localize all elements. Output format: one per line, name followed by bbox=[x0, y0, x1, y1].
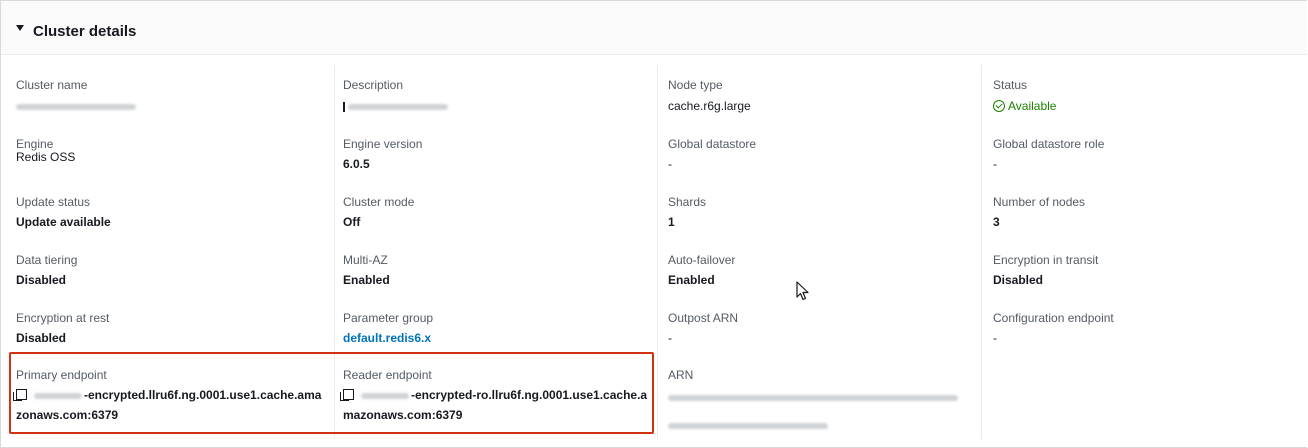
parameter-group-label: Parameter group bbox=[343, 311, 434, 325]
global-datastore-role-label: Global datastore role bbox=[993, 137, 1105, 151]
encryption-at-rest-label: Encryption at rest bbox=[16, 311, 110, 325]
encryption-in-transit-value: Disabled bbox=[993, 273, 1044, 287]
update-status-label: Update status bbox=[16, 195, 91, 209]
check-circle-icon bbox=[993, 100, 1005, 112]
outpost-arn-label: Outpost ARN bbox=[668, 311, 739, 325]
engine-version-label: Engine version bbox=[343, 137, 423, 151]
status-label: Status bbox=[993, 78, 1028, 92]
details-column-4: Status Available Global datastore role -… bbox=[981, 65, 1308, 439]
shards-value: 1 bbox=[668, 215, 675, 229]
auto-failover-value: Enabled bbox=[668, 273, 715, 287]
engine-value: Redis OSS bbox=[16, 150, 76, 164]
description-label: Description bbox=[343, 78, 404, 92]
outpost-arn-value: - bbox=[668, 331, 672, 345]
cluster-mode-label: Cluster mode bbox=[343, 195, 415, 209]
configuration-endpoint-value: - bbox=[993, 331, 997, 345]
number-of-nodes-value: 3 bbox=[993, 215, 1000, 229]
data-tiering-label: Data tiering bbox=[16, 253, 78, 267]
shards-label: Shards bbox=[668, 195, 707, 209]
parameter-group-link[interactable]: default.redis6.x bbox=[343, 331, 431, 345]
details-column-3: Node type cache.r6g.large Global datasto… bbox=[657, 65, 981, 439]
engine-version-value: 6.0.5 bbox=[343, 157, 370, 171]
update-status-value: Update available bbox=[16, 215, 111, 229]
global-datastore-value: - bbox=[668, 157, 672, 171]
engine-label: Engine bbox=[16, 137, 54, 151]
global-datastore-role-value: - bbox=[993, 157, 997, 171]
cluster-name-label: Cluster name bbox=[16, 78, 88, 92]
description-value bbox=[343, 99, 448, 113]
cluster-name-value bbox=[16, 99, 136, 113]
arn-label: ARN bbox=[668, 368, 694, 382]
multi-az-label: Multi-AZ bbox=[343, 253, 388, 267]
configuration-endpoint-label: Configuration endpoint bbox=[993, 311, 1114, 325]
status-value: Available bbox=[993, 99, 1056, 113]
global-datastore-label: Global datastore bbox=[668, 137, 757, 151]
endpoints-highlight-box bbox=[9, 352, 654, 434]
status-text: Available bbox=[1008, 99, 1057, 113]
panel-title: Cluster details bbox=[33, 23, 137, 40]
caret-down-icon[interactable] bbox=[16, 25, 24, 31]
node-type-label: Node type bbox=[668, 78, 723, 92]
cluster-details-panel: Cluster details Cluster name Engine Redi… bbox=[0, 0, 1307, 448]
number-of-nodes-label: Number of nodes bbox=[993, 195, 1086, 209]
encryption-at-rest-value: Disabled bbox=[16, 331, 67, 345]
node-type-value: cache.r6g.large bbox=[668, 99, 751, 113]
multi-az-value: Enabled bbox=[343, 273, 390, 287]
arn-value bbox=[668, 389, 958, 435]
panel-header[interactable]: Cluster details bbox=[1, 1, 1307, 55]
auto-failover-label: Auto-failover bbox=[668, 253, 736, 267]
encryption-in-transit-label: Encryption in transit bbox=[993, 253, 1099, 267]
cluster-mode-value: Off bbox=[343, 215, 361, 229]
data-tiering-value: Disabled bbox=[16, 273, 67, 287]
